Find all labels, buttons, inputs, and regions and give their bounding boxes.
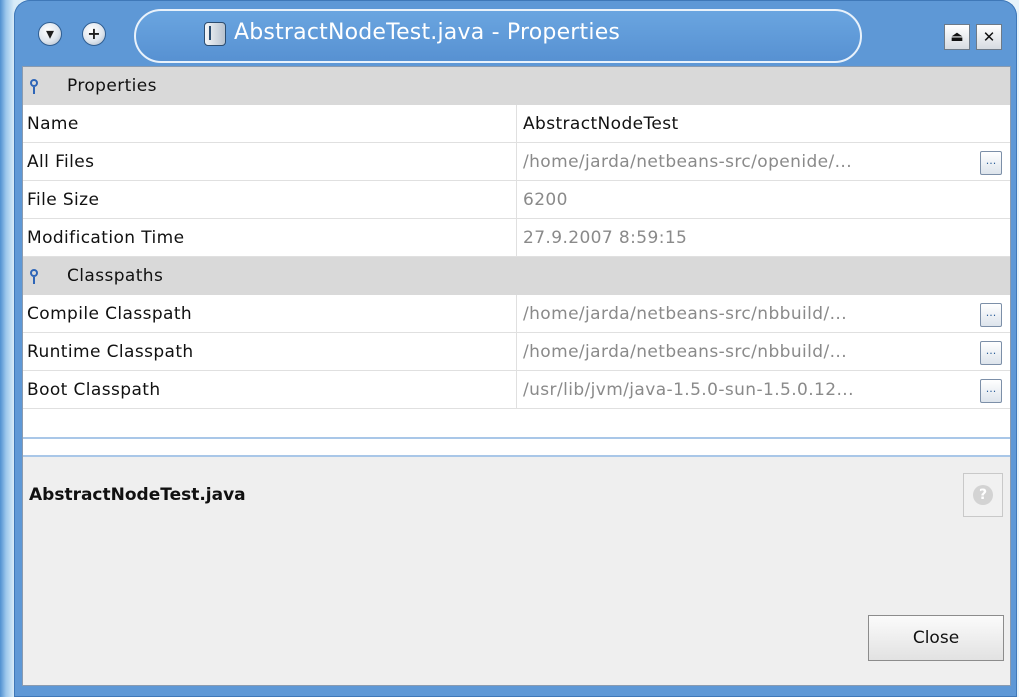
pin-icon	[29, 79, 39, 95]
splitter-line	[23, 437, 1010, 439]
property-name: Modification Time	[27, 228, 185, 248]
column-divider	[516, 333, 517, 371]
properties-window: ▾ + AbstractNodeTest.java - Properties ⏏…	[14, 0, 1017, 697]
title-bar[interactable]: ▾ + AbstractNodeTest.java - Properties ⏏…	[14, 0, 1017, 66]
category-properties[interactable]: Properties	[23, 67, 1010, 105]
help-button[interactable]: ?	[963, 473, 1003, 517]
property-value: /home/jarda/netbeans-src/nbbuild/...	[523, 342, 848, 362]
dialog-content: Properties Name AbstractNodeTest All Fil…	[22, 66, 1011, 686]
property-name: All Files	[27, 152, 95, 172]
property-value: /home/jarda/netbeans-src/nbbuild/...	[523, 304, 848, 324]
java-file-icon	[204, 22, 226, 46]
property-name: Name	[27, 114, 79, 134]
property-row-name[interactable]: Name AbstractNodeTest	[23, 105, 1010, 143]
close-button[interactable]: Close	[868, 615, 1004, 661]
window-menu-button[interactable]: ▾	[38, 22, 62, 46]
splitter-handle[interactable]	[23, 455, 1010, 457]
property-name: Compile Classpath	[27, 304, 193, 324]
property-value: 27.9.2007 8:59:15	[523, 228, 688, 248]
custom-editor-button[interactable]: ...	[980, 151, 1002, 175]
chevron-down-icon: ▾	[45, 24, 55, 43]
shade-button[interactable]: +	[82, 22, 106, 46]
category-label: Classpaths	[67, 266, 164, 286]
property-row-file-size[interactable]: File Size 6200	[23, 181, 1010, 219]
close-window-button[interactable]: ✕	[976, 24, 1002, 50]
category-label: Properties	[67, 76, 157, 96]
property-name: Runtime Classpath	[27, 342, 194, 362]
maximize-button[interactable]: ⏏	[944, 24, 970, 50]
category-classpaths[interactable]: Classpaths	[23, 257, 1010, 295]
description-title: AbstractNodeTest.java	[29, 485, 246, 505]
close-icon: ✕	[982, 28, 996, 46]
plus-icon: +	[87, 24, 101, 43]
property-row-boot-classpath[interactable]: Boot Classpath /usr/lib/jvm/java-1.5.0-s…	[23, 371, 1010, 409]
property-sheet: Properties Name AbstractNodeTest All Fil…	[23, 67, 1010, 455]
custom-editor-button[interactable]: ...	[980, 303, 1002, 327]
property-value: /home/jarda/netbeans-src/openide/...	[523, 152, 853, 172]
column-divider	[516, 371, 517, 409]
property-value: 6200	[523, 190, 568, 210]
help-icon: ?	[973, 485, 993, 505]
column-divider	[516, 219, 517, 257]
column-divider	[516, 295, 517, 333]
column-divider	[516, 181, 517, 219]
property-row-compile-classpath[interactable]: Compile Classpath /home/jarda/netbeans-s…	[23, 295, 1010, 333]
column-divider	[516, 143, 517, 181]
property-row-runtime-classpath[interactable]: Runtime Classpath /home/jarda/netbeans-s…	[23, 333, 1010, 371]
property-name: Boot Classpath	[27, 380, 161, 400]
eject-icon: ⏏	[950, 29, 964, 45]
custom-editor-button[interactable]: ...	[980, 341, 1002, 365]
property-row-modification-time[interactable]: Modification Time 27.9.2007 8:59:15	[23, 219, 1010, 257]
column-divider	[516, 105, 517, 143]
property-name: File Size	[27, 190, 100, 210]
custom-editor-button[interactable]: ...	[980, 379, 1002, 403]
property-value: /usr/lib/jvm/java-1.5.0-sun-1.5.0.12...	[523, 380, 854, 400]
property-value[interactable]: AbstractNodeTest	[523, 114, 973, 134]
property-row-all-files[interactable]: All Files /home/jarda/netbeans-src/openi…	[23, 143, 1010, 181]
pin-icon	[29, 269, 39, 285]
window-title: AbstractNodeTest.java - Properties	[234, 20, 621, 45]
